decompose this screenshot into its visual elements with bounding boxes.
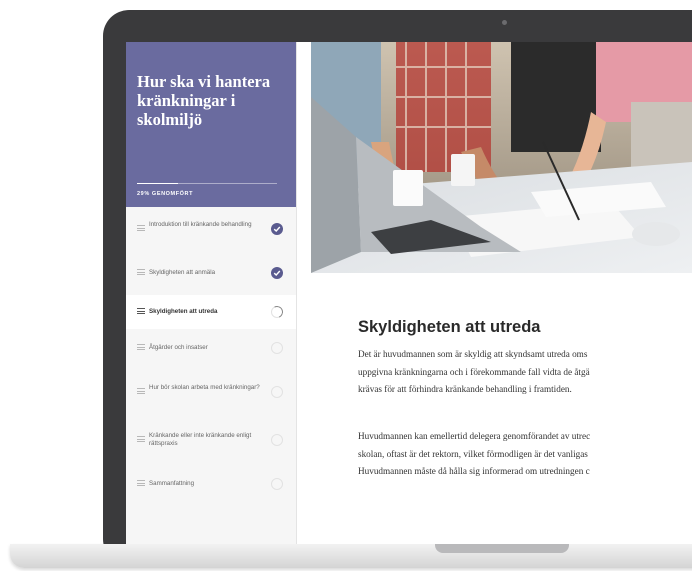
lesson-item[interactable]: Åtgärder och insatser xyxy=(126,331,296,365)
paragraph-line: skolan, oftast är det rektorn, vilket fö… xyxy=(358,448,588,459)
empty-circle-icon xyxy=(271,478,283,490)
laptop-screen: Hur ska vi hantera kränkningar i skolmil… xyxy=(126,42,692,544)
lesson-label: Åtgärder och insatser xyxy=(149,344,208,351)
lines-icon xyxy=(137,436,145,442)
lesson-item[interactable]: Skyldigheten att utreda xyxy=(126,295,296,329)
laptop-notch xyxy=(435,544,569,553)
lines-icon xyxy=(137,225,145,231)
camera-icon xyxy=(502,20,507,25)
progress-label: 29% GENOMFÖRT xyxy=(137,191,194,197)
lines-icon xyxy=(137,480,145,486)
lesson-label: Introduktion till kränkande behandling xyxy=(149,221,252,228)
paragraph-line: Det är huvudmannen som är skyldig att sk… xyxy=(358,349,588,359)
lesson-label: Sammanfattning xyxy=(149,480,195,487)
lesson-item[interactable]: Introduktion till kränkande behandling xyxy=(126,207,296,251)
laptop-base xyxy=(10,544,692,568)
lines-icon xyxy=(137,269,145,275)
course-sidebar: Hur ska vi hantera kränkningar i skolmil… xyxy=(126,42,297,544)
paragraph-line: Huvudmannen kan emellertid delegera geno… xyxy=(358,431,591,441)
course-title: Hur ska vi hantera kränkningar i skolmil… xyxy=(137,72,271,129)
lesson-label: Hur bör skolan arbeta med kränkningar? xyxy=(149,384,260,391)
empty-circle-icon xyxy=(271,342,283,354)
empty-circle-icon xyxy=(271,434,283,446)
lesson-label: Skyldigheten att anmäla xyxy=(149,269,216,276)
lesson-title: Skyldigheten att utreda xyxy=(358,318,541,336)
lines-icon xyxy=(137,388,145,394)
hero-photo xyxy=(311,42,692,273)
lines-icon xyxy=(137,308,145,314)
paragraph-line: krävas för att förhindra kränkande behan… xyxy=(358,384,572,394)
progress-ring-icon xyxy=(271,306,283,318)
lesson-label: Kränkande eller inte kränkande enligt rä… xyxy=(149,432,252,447)
paragraph-line: Huvudmannen måste då hålla sig informera… xyxy=(358,466,590,476)
check-circle-icon xyxy=(271,267,283,279)
check-circle-icon xyxy=(271,223,283,235)
hero-image xyxy=(311,42,692,273)
course-header: Hur ska vi hantera kränkningar i skolmil… xyxy=(126,42,296,207)
lesson-item[interactable]: Sammanfattning xyxy=(126,467,296,501)
empty-circle-icon xyxy=(271,386,283,398)
lesson-item[interactable]: Skyldigheten att anmäla xyxy=(126,256,296,290)
lesson-label: Skyldigheten att utreda xyxy=(149,308,218,315)
lesson-item[interactable]: Hur bör skolan arbeta med kränkningar? xyxy=(126,370,296,414)
paragraph-line: uppgivna kränkningarna och i förekommand… xyxy=(358,366,590,377)
lines-icon xyxy=(137,344,145,350)
progress-fill xyxy=(137,183,178,184)
lesson-item[interactable]: Kränkande eller inte kränkande enligt rä… xyxy=(126,418,296,462)
